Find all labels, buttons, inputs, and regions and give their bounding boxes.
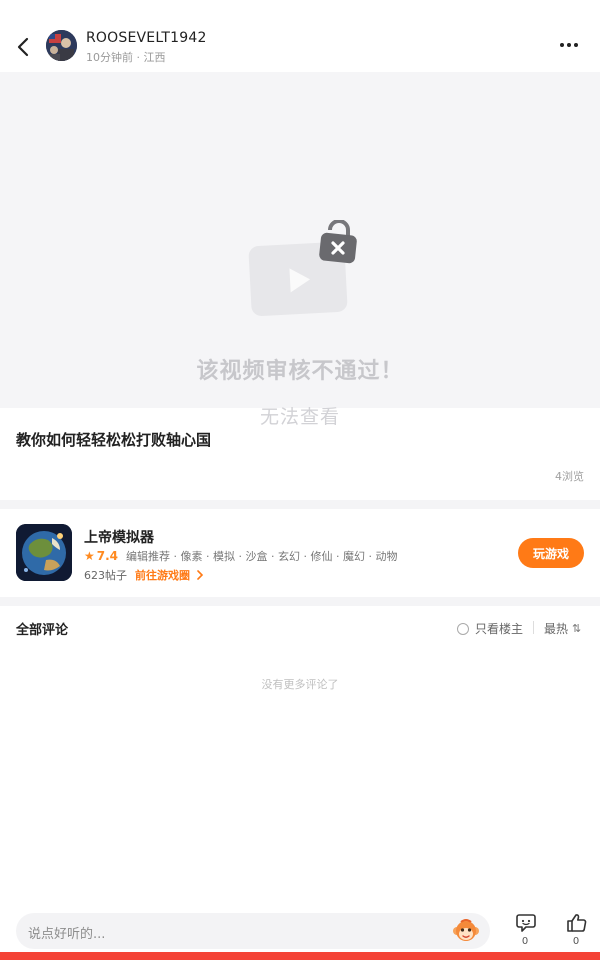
- post-title: 教你如何轻轻松松打败轴心国: [16, 431, 212, 449]
- section-divider: [0, 597, 600, 606]
- section-divider: [0, 500, 600, 509]
- comment-input[interactable]: 说点好听的...: [16, 913, 490, 949]
- game-icon[interactable]: [16, 524, 72, 581]
- back-arrow-icon: [17, 37, 29, 57]
- like-action[interactable]: 0: [564, 913, 588, 947]
- no-more-comments: 没有更多评论了: [261, 678, 339, 691]
- game-posts-row: 623帖子 前往游戏圈: [84, 567, 204, 583]
- go-to-circle-link[interactable]: 前往游戏圈: [135, 567, 204, 583]
- game-name[interactable]: 上帝模拟器: [84, 527, 154, 547]
- sort-label: 最热: [544, 622, 569, 636]
- go-to-circle-label: 前往游戏圈: [135, 569, 190, 582]
- play-game-button[interactable]: 玩游戏: [518, 538, 584, 568]
- view-count: 4浏览: [555, 470, 584, 483]
- emoji-button[interactable]: [452, 917, 480, 945]
- game-info: ★ 7.4 编辑推荐 · 像素 · 模拟 · 沙盒 · 玄幻 · 修仙 · 魔幻…: [84, 548, 397, 564]
- post-meta: 10分钟前 · 江西: [86, 51, 166, 64]
- game-rating: 7.4: [96, 549, 119, 563]
- more-dot-icon: [560, 43, 564, 47]
- comment-placeholder: 说点好听的...: [28, 927, 106, 942]
- more-button[interactable]: [556, 36, 582, 54]
- video-status-text: 该视频审核不通过！: [196, 359, 404, 384]
- op-only-label: 只看楼主: [475, 622, 524, 636]
- game-tags: 编辑推荐 · 像素 · 模拟 · 沙盒 · 玄幻 · 修仙 · 魔幻 · 动物: [126, 550, 398, 563]
- star-icon: ★: [84, 549, 95, 563]
- sort-divider: [533, 621, 534, 634]
- chevron-right-icon: [197, 570, 203, 580]
- comments-title: 全部评论: [16, 623, 69, 638]
- comment-count: 0: [521, 936, 529, 947]
- op-only-toggle[interactable]: 只看楼主: [457, 620, 523, 637]
- monkey-emoji-icon: [453, 919, 479, 941]
- bottom-strip: [0, 952, 600, 960]
- thumbs-up-icon: [566, 914, 586, 932]
- username[interactable]: ROOSEVELT1942: [86, 30, 207, 46]
- more-dot-icon: [567, 43, 571, 47]
- video-status-subtext: 无法查看: [259, 406, 340, 428]
- radio-icon: [457, 622, 469, 635]
- comment-icon: [515, 914, 536, 932]
- video-player[interactable]: 该视频审核不通过！ 无法查看: [0, 72, 600, 428]
- back-button[interactable]: [12, 34, 34, 60]
- sort-icon: ⇅: [572, 622, 582, 635]
- avatar[interactable]: [46, 30, 77, 61]
- game-post-count: 623帖子: [84, 569, 127, 582]
- top-bar: ROOSEVELT1942 10分钟前 · 江西: [0, 0, 600, 72]
- sort-toggle[interactable]: 最热 ⇅: [544, 620, 581, 637]
- like-count: 0: [572, 936, 580, 947]
- more-dot-icon: [574, 43, 578, 47]
- video-blocked-icon: [248, 219, 358, 316]
- comment-action[interactable]: 0: [513, 913, 537, 947]
